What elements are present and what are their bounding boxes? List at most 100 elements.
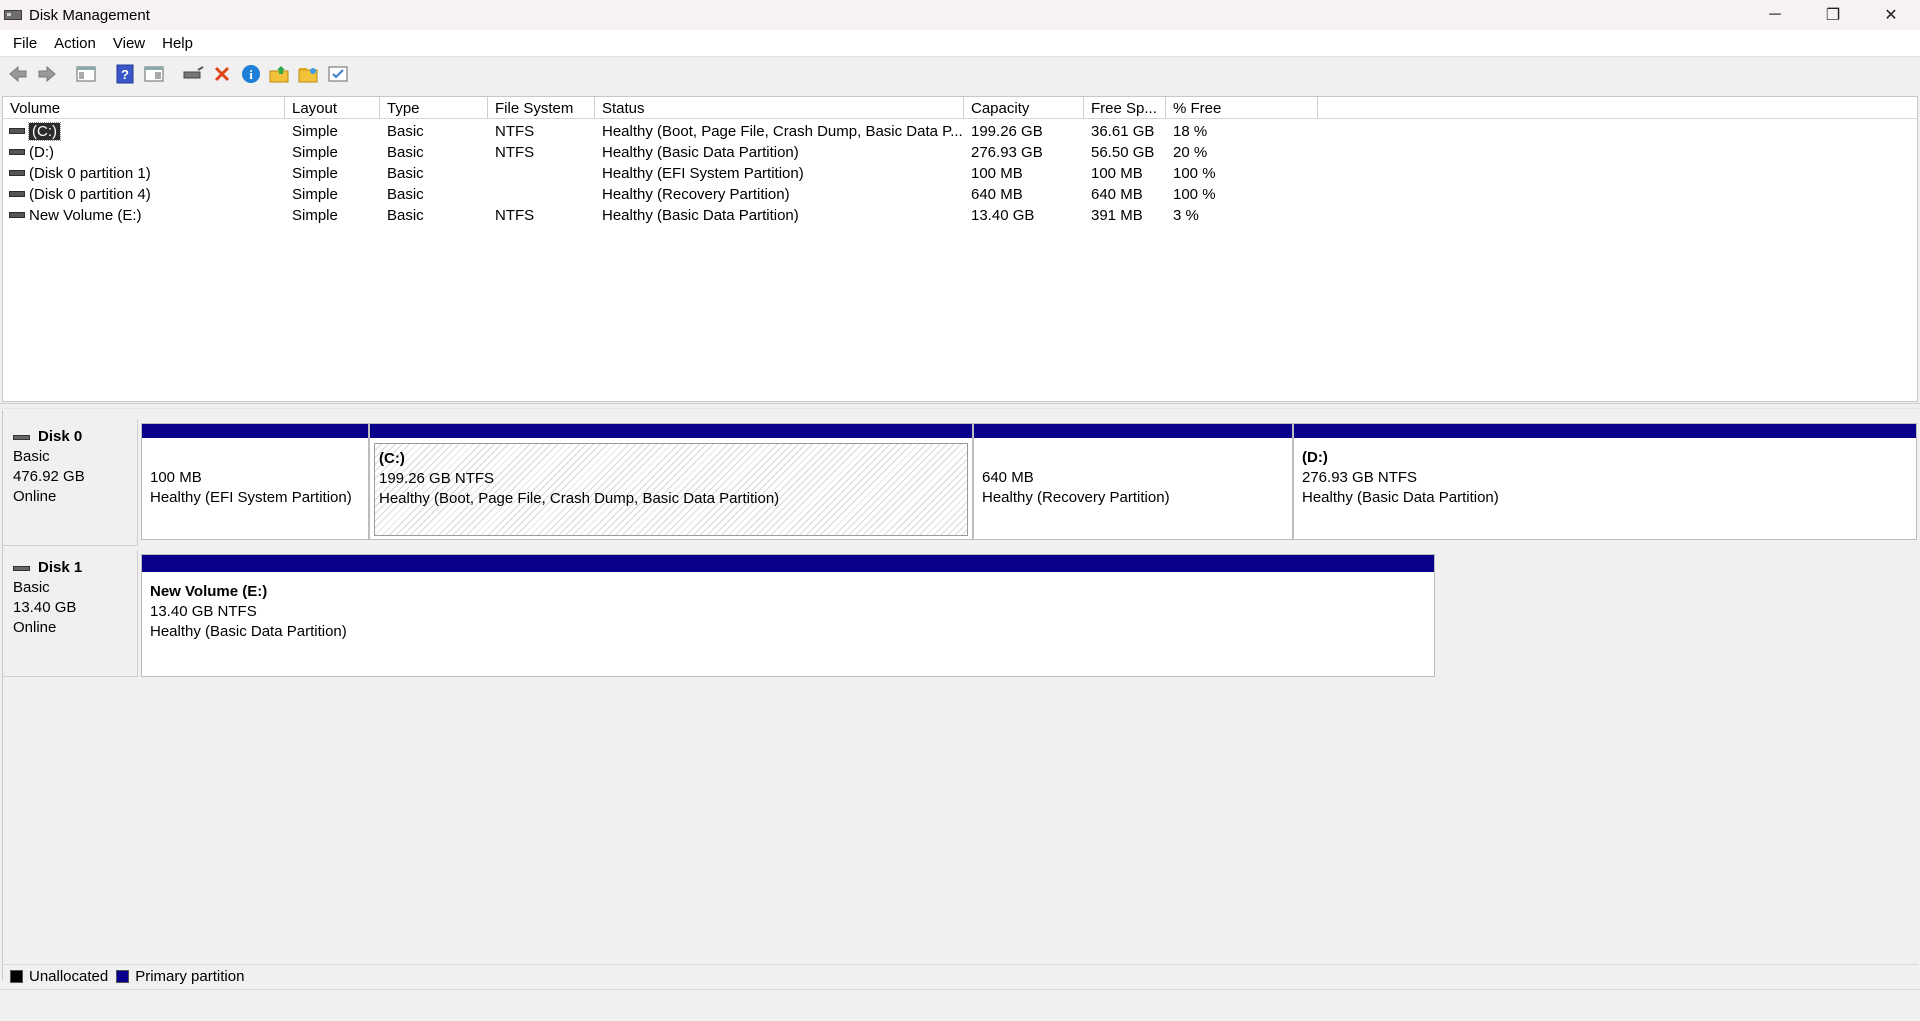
partition-size: 13.40 GB NTFS (150, 603, 257, 620)
partition-name: New Volume (E:) (150, 583, 268, 600)
properties-icon[interactable]: i (238, 61, 264, 87)
status-bar (0, 989, 1920, 1021)
volume-list-header: Volume Layout Type File System Status Ca… (3, 97, 1917, 119)
menu-help[interactable]: Help (155, 35, 201, 52)
percent-free-cell: 100 % (1173, 186, 1216, 203)
volume-name: (Disk 0 partition 1) (29, 165, 151, 182)
partition-disk0-recovery[interactable]: 640 MB Healthy (Recovery Partition) (973, 423, 1293, 540)
disk-0-info[interactable]: Disk 0 Basic 476.92 GB Online (3, 419, 138, 546)
close-button[interactable]: ✕ (1862, 0, 1920, 30)
table-row[interactable]: (C:) Simple Basic NTFS Healthy (Boot, Pa… (3, 121, 1917, 142)
disk-name: Disk 1 (38, 559, 83, 576)
volume-icon (9, 149, 25, 156)
delete-icon[interactable] (209, 61, 235, 87)
status-cell: Healthy (Recovery Partition) (602, 186, 790, 203)
type-cell: Basic (387, 144, 424, 161)
toolbar: ? i (0, 56, 1920, 90)
legend-primary-partition: Primary partition (135, 968, 245, 985)
partition-status: Healthy (Basic Data Partition) (1302, 489, 1499, 506)
volume-list[interactable]: Volume Layout Type File System Status Ca… (2, 96, 1918, 402)
free-space-cell: 56.50 GB (1091, 144, 1155, 161)
file-system-cell (488, 163, 595, 184)
back-arrow-icon[interactable] (5, 61, 31, 87)
disk-state: Online (13, 619, 57, 636)
pane-splitter[interactable] (0, 403, 1920, 409)
column-header-file-system[interactable]: File System (488, 97, 595, 119)
partition-disk1-e[interactable]: New Volume (E:) 13.40 GB NTFS Healthy (B… (141, 554, 1435, 677)
show-hide-console-tree-icon[interactable] (73, 61, 99, 87)
partition-disk0-d[interactable]: (D:) 276.93 GB NTFS Healthy (Basic Data … (1293, 423, 1917, 540)
partition-name: (C:) (379, 450, 405, 467)
table-row[interactable]: (Disk 0 partition 1) Simple Basic Health… (3, 163, 1917, 184)
legend-unallocated: Unallocated (29, 968, 109, 985)
volume-name: (C:) (28, 122, 61, 141)
disk-state: Online (13, 488, 57, 505)
properties-pane-icon[interactable] (141, 61, 167, 87)
disk-map-area[interactable]: Disk 0 Basic 476.92 GB Online 100 MB Hea… (2, 410, 1918, 980)
restore-button[interactable]: ❐ (1804, 0, 1862, 30)
column-header-volume[interactable]: Volume (3, 97, 285, 119)
disk-1-info[interactable]: Disk 1 Basic 13.40 GB Online (3, 550, 138, 677)
forward-arrow-icon[interactable] (34, 61, 60, 87)
menu-action[interactable]: Action (47, 35, 104, 52)
column-header-percent-free[interactable]: % Free (1166, 97, 1318, 119)
free-space-cell: 391 MB (1091, 207, 1143, 224)
free-space-cell: 36.61 GB (1091, 123, 1155, 140)
primary-partition-swatch (116, 970, 130, 983)
disk-size: 13.40 GB (13, 599, 77, 616)
partition-disk0-efi[interactable]: 100 MB Healthy (EFI System Partition) (141, 423, 369, 540)
title-bar: Disk Management ─ ❐ ✕ (0, 0, 1920, 30)
volume-name: New Volume (E:) (29, 207, 142, 224)
table-row[interactable]: New Volume (E:) Simple Basic NTFS Health… (3, 205, 1917, 226)
unallocated-swatch (10, 970, 23, 983)
disk-management-app-icon (4, 8, 22, 22)
primary-partition-bar (142, 555, 1434, 572)
partition-status: Healthy (EFI System Partition) (150, 489, 352, 506)
layout-cell: Simple (292, 186, 338, 203)
percent-free-cell: 20 % (1173, 144, 1208, 161)
table-row[interactable]: (Disk 0 partition 4) Simple Basic Health… (3, 184, 1917, 205)
type-cell: Basic (387, 165, 424, 182)
minimize-button[interactable]: ─ (1746, 0, 1804, 30)
open-folder-icon[interactable] (267, 61, 293, 87)
explore-folder-icon[interactable] (296, 61, 322, 87)
svg-text:?: ? (121, 67, 129, 82)
capacity-cell: 640 MB (971, 186, 1023, 203)
partition-status: Healthy (Boot, Page File, Crash Dump, Ba… (379, 490, 780, 507)
partition-status: Healthy (Basic Data Partition) (150, 623, 347, 640)
column-header-status[interactable]: Status (595, 97, 964, 119)
percent-free-cell: 18 % (1173, 123, 1208, 140)
checklist-icon[interactable] (325, 61, 351, 87)
help-icon[interactable]: ? (112, 61, 138, 87)
status-cell: Healthy (Basic Data Partition) (602, 144, 799, 161)
primary-partition-bar (370, 424, 972, 438)
column-header-free-space[interactable]: Free Sp... (1084, 97, 1166, 119)
partition-size: 640 MB (982, 469, 1034, 486)
status-cell: Healthy (Boot, Page File, Crash Dump, Ba… (602, 123, 963, 140)
menu-file[interactable]: File (6, 35, 45, 52)
primary-partition-bar (142, 424, 368, 438)
status-cell: Healthy (Basic Data Partition) (602, 207, 799, 224)
menu-view[interactable]: View (106, 35, 153, 52)
volume-icon (9, 170, 25, 177)
type-cell: Basic (387, 207, 424, 224)
column-header-capacity[interactable]: Capacity (964, 97, 1084, 119)
disk-size: 476.92 GB (13, 468, 85, 485)
type-cell: Basic (387, 123, 424, 140)
column-header-layout[interactable]: Layout (285, 97, 380, 119)
volume-icon (9, 191, 25, 198)
window-title: Disk Management (29, 6, 150, 24)
partition-size: 276.93 GB NTFS (1302, 469, 1418, 486)
capacity-cell: 276.93 GB (971, 144, 1043, 161)
column-header-type[interactable]: Type (380, 97, 488, 119)
layout-cell: Simple (292, 123, 338, 140)
disk-name: Disk 0 (38, 428, 83, 445)
volume-icon (9, 212, 25, 219)
capacity-cell: 13.40 GB (971, 207, 1035, 224)
partition-disk0-c[interactable]: (C:) 199.26 GB NTFS Healthy (Boot, Page … (369, 423, 973, 540)
type-cell: Basic (387, 186, 424, 203)
connect-drive-icon[interactable] (180, 61, 206, 87)
table-row[interactable]: (D:) Simple Basic NTFS Healthy (Basic Da… (3, 142, 1917, 163)
legend: Unallocated Primary partition (2, 964, 1918, 988)
disk-type: Basic (13, 579, 50, 596)
